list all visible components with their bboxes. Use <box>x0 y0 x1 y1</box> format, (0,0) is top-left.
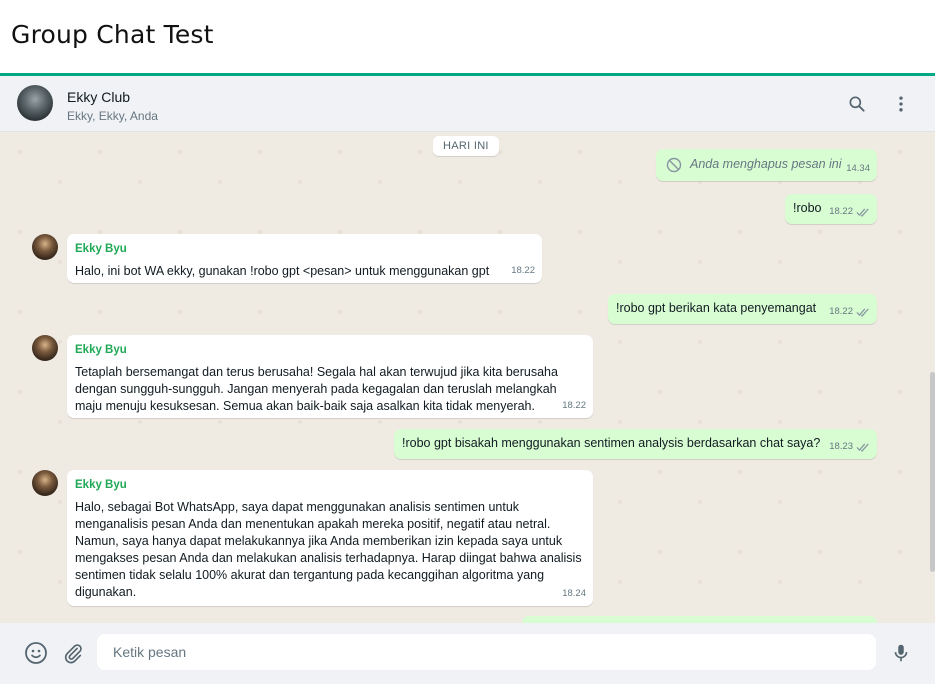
double-check-icon <box>856 308 869 317</box>
menu-dots-icon <box>899 96 903 112</box>
sender-name[interactable]: Ekky Byu <box>75 477 585 494</box>
search-icon <box>849 96 865 112</box>
sender-name[interactable]: Ekky Byu <box>75 241 534 258</box>
sender-name[interactable]: Ekky Byu <box>75 342 585 359</box>
message-text: !robo <box>793 201 822 215</box>
message-bubble-outgoing[interactable]: !robo gpt berikan kata penyemangat 18.22 <box>608 294 877 324</box>
message-bubble-incoming[interactable]: Ekky Byu Halo, ini bot WA ekky, gunakan … <box>67 234 542 283</box>
message-time: 18.24 <box>562 588 586 599</box>
sender-avatar[interactable] <box>32 234 58 260</box>
chat-header[interactable]: Ekky Club Ekky, Ekky, Anda <box>0 76 935 132</box>
message-bubble-incoming[interactable]: Ekky Byu Tetaplah bersemangat dan terus … <box>67 335 593 418</box>
chat-window: Ekky Club Ekky, Ekky, Anda HARI INI Anda… <box>0 73 935 684</box>
attach-icon <box>64 644 82 664</box>
message-bubble-outgoing-partial[interactable] <box>522 616 877 623</box>
message-text: Halo, ini bot WA ekky, gunakan !robo gpt… <box>75 264 490 278</box>
message-bubble-outgoing[interactable]: !robo 18.22 <box>785 194 877 224</box>
composer-bar <box>0 623 935 684</box>
message-time: 14.34 <box>846 163 870 174</box>
message-bubble-incoming[interactable]: Ekky Byu Halo, sebagai Bot WhatsApp, say… <box>67 470 593 606</box>
message-text: !robo gpt berikan kata penyemangat <box>616 301 817 315</box>
menu-button[interactable] <box>889 92 913 116</box>
message-text: !robo gpt bisakah menggunakan sentimen a… <box>402 436 821 450</box>
message-time: 18.22 <box>562 400 586 411</box>
blocked-icon <box>666 157 682 173</box>
emoji-button[interactable] <box>23 640 49 666</box>
chat-members: Ekky, Ekky, Anda <box>67 109 158 123</box>
message-bubble-outgoing[interactable]: !robo gpt bisakah menggunakan sentimen a… <box>394 429 877 459</box>
attach-button[interactable] <box>60 640 86 666</box>
message-time: 18.22 <box>511 265 535 276</box>
sender-avatar[interactable] <box>32 470 58 496</box>
message-text: Halo, sebagai Bot WhatsApp, saya dapat m… <box>75 500 582 599</box>
message-bubble-outgoing[interactable]: Anda menghapus pesan ini 14.34 <box>656 149 877 181</box>
voice-message-button[interactable] <box>888 640 914 666</box>
page-title: Group Chat Test <box>11 20 214 49</box>
emoji-icon <box>25 642 47 664</box>
message-text: Tetaplah bersemangat dan terus berusaha!… <box>75 365 558 413</box>
double-check-icon <box>856 443 869 452</box>
message-list[interactable]: HARI INI Anda menghapus pesan ini 14.34 … <box>0 132 935 623</box>
message-time: 18.23 <box>829 438 870 455</box>
chat-name[interactable]: Ekky Club <box>67 89 130 105</box>
message-time: 18.22 <box>829 203 870 220</box>
message-input[interactable] <box>97 634 876 670</box>
sender-avatar[interactable] <box>32 335 58 361</box>
search-button[interactable] <box>845 92 869 116</box>
group-avatar[interactable] <box>17 85 53 121</box>
mic-icon <box>894 644 908 662</box>
message-time: 18.22 <box>829 303 870 320</box>
day-divider: HARI INI <box>433 136 499 156</box>
message-text: Anda menghapus pesan ini <box>690 157 842 171</box>
double-check-icon <box>856 208 869 217</box>
scrollbar[interactable] <box>930 372 935 572</box>
